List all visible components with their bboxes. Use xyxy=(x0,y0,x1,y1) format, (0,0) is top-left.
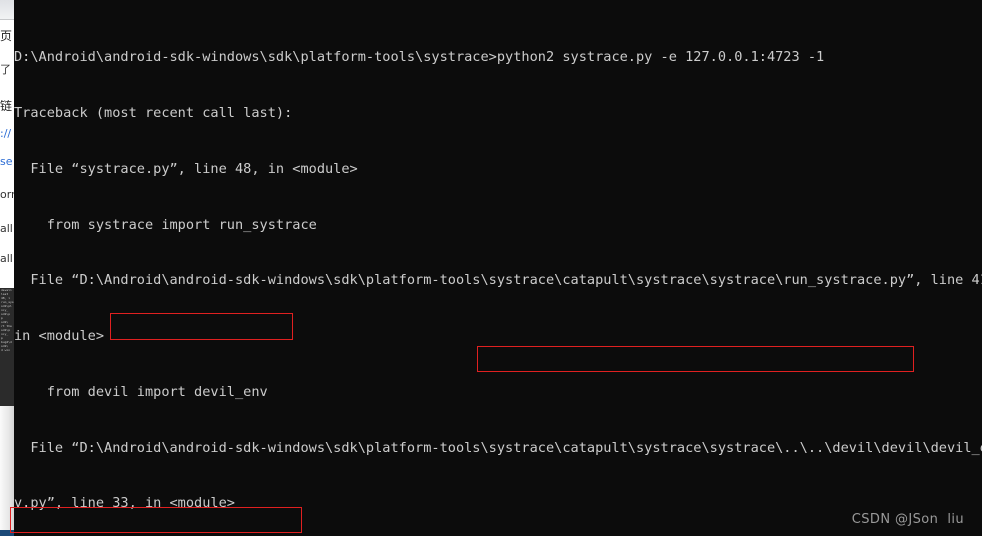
console-line: from systrace import run_systrace xyxy=(14,216,317,233)
console-line: from devil import devil_env xyxy=(14,383,268,400)
browser-scrollbar[interactable] xyxy=(0,406,14,530)
console-line: File “systrace.py”, line 48, in <module> xyxy=(14,160,358,177)
console-line: v.py”, line 33, in <module> xyxy=(14,495,235,512)
background-browser-window-sliver[interactable]: 页 了 链 :// se orm all all devel> last 48,… xyxy=(0,0,14,536)
console-line: Traceback (most recent call last): xyxy=(14,104,293,121)
bg-console-thumbnail[interactable]: devel> last 48, i run_sys sdk\pl ncy_ sd… xyxy=(0,288,14,406)
bg-text-fragment-5: all xyxy=(0,222,13,235)
console-line: in <module> xyxy=(14,328,105,345)
bg-text-fragment-3: 链 xyxy=(0,100,13,113)
bg-text-fragment-1: 页 xyxy=(0,30,13,43)
browser-titlebar-sliver xyxy=(0,0,14,20)
screen-root: 页 了 链 :// se orm all all devel> last 48,… xyxy=(0,0,982,536)
console-line: D:\Android\android-sdk-windows\sdk\platf… xyxy=(14,49,825,66)
console-line: File “D:\Android\android-sdk-windows\sdk… xyxy=(14,439,982,456)
bg-text-fragment-2: 了 xyxy=(0,63,11,76)
bg-link-fragment-2[interactable]: se xyxy=(0,155,14,168)
bg-text-fragment-4: orm xyxy=(0,188,14,201)
bg-text-fragment-6: all xyxy=(0,252,13,265)
bg-link-fragment-1[interactable]: :// xyxy=(0,127,14,140)
taskbar-sliver[interactable] xyxy=(0,530,14,536)
csdn-watermark: CSDN @JSon liu xyxy=(851,512,964,527)
console-output[interactable]: D:\Android\android-sdk-windows\sdk\platf… xyxy=(14,0,982,536)
console-line: File “D:\Android\android-sdk-windows\sdk… xyxy=(14,272,982,289)
bg-thumb-line: d win xyxy=(1,348,11,352)
